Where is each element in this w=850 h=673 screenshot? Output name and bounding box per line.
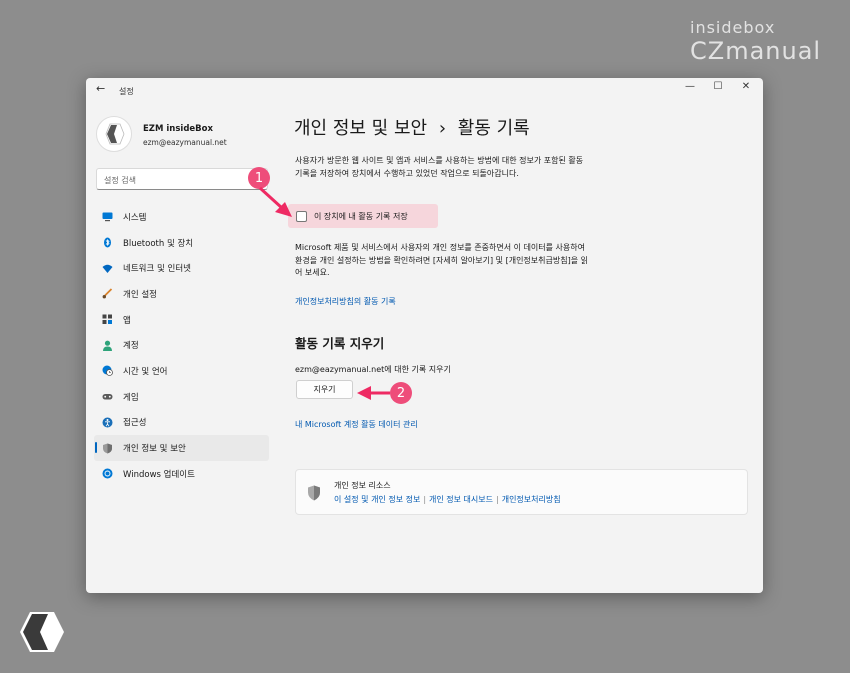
sidebar-item-label: 계정 [123, 341, 139, 352]
minimize-button[interactable]: — [680, 81, 700, 92]
breadcrumb-separator-icon: › [438, 118, 447, 139]
sidebar-item-label: 네트워크 및 인터넷 [123, 264, 191, 275]
resources-links: 이 설정 및 개인 정보 정보 | 개인 정보 대시보드 | 개인정보처리방침 [334, 494, 561, 505]
sidebar-item-gaming[interactable]: 게임 [94, 384, 269, 410]
person-icon [103, 340, 112, 351]
clear-history-text: ezm@eazymanual.net에 대한 기록 지우기 [295, 365, 451, 374]
annotation-arrow-2-icon [357, 386, 390, 400]
sidebar-item-bluetooth[interactable]: Bluetooth 및 장치 [94, 230, 269, 256]
clear-history-title: 활동 기록 지우기 [295, 336, 385, 351]
bluetooth-icon [104, 237, 111, 248]
privacy-info-link[interactable]: 이 설정 및 개인 정보 정보 [334, 495, 420, 504]
manage-activity-data-link[interactable]: 내 Microsoft 계정 활동 데이터 관리 [295, 419, 418, 430]
sidebar-item-apps[interactable]: 앱 [94, 307, 269, 333]
settings-window: ← 설정 — ☐ ✕ EZM insideBox ezm@eazymanual.… [86, 78, 763, 593]
sidebar-nav: 시스템 Bluetooth 및 장치 네트워크 및 인터넷 개인 설정 앱 계정… [94, 204, 269, 487]
profile-card[interactable]: EZM insideBox ezm@eazymanual.net [96, 116, 266, 152]
sidebar-item-label: 시간 및 언어 [123, 366, 168, 377]
link-separator: | [496, 495, 499, 504]
profile-name: EZM insideBox [143, 124, 213, 134]
search-placeholder: 설정 검색 [104, 176, 136, 185]
annotation-badge-2: 2 [390, 382, 412, 404]
shield-icon [103, 443, 112, 454]
sidebar-item-label: 개인 설정 [123, 289, 157, 300]
clear-button[interactable]: 지우기 [296, 380, 353, 399]
close-button[interactable]: ✕ [736, 81, 756, 92]
sidebar-item-personalization[interactable]: 개인 설정 [94, 281, 269, 307]
sidebar-item-time-language[interactable]: 시간 및 언어 [94, 358, 269, 384]
gamepad-icon [102, 394, 113, 400]
title-bar: ← 설정 — ☐ ✕ [86, 78, 763, 100]
app-title: 설정 [119, 87, 134, 96]
sidebar-item-label: 개인 정보 및 보안 [123, 444, 186, 455]
accessibility-icon [102, 417, 113, 428]
store-history-checkbox-row[interactable]: 이 장치에 내 활동 기록 저장 [288, 204, 438, 228]
sidebar-item-accounts[interactable]: 계정 [94, 332, 269, 358]
brush-icon [102, 288, 113, 299]
sidebar-item-label: Windows 업데이트 [123, 469, 195, 480]
profile-email: ezm@eazymanual.net [143, 138, 227, 147]
breadcrumb-parent[interactable]: 개인 정보 및 보안 [294, 118, 427, 139]
sidebar-item-label: 시스템 [123, 212, 147, 223]
watermark: insidebox CZmanual [690, 18, 821, 65]
resources-title: 개인 정보 리소스 [334, 481, 391, 490]
sidebar-item-accessibility[interactable]: 접근성 [94, 410, 269, 436]
brand-logo-icon [20, 612, 64, 652]
page-title: 활동 기록 [457, 118, 530, 139]
breadcrumb: 개인 정보 및 보안 › 활동 기록 [294, 114, 530, 140]
privacy-description: Microsoft 제품 및 서비스에서 사용자의 개인 정보를 존중하면서 이… [295, 243, 588, 277]
link-separator: | [423, 495, 427, 504]
store-history-label: 이 장치에 내 활동 기록 저장 [314, 211, 408, 221]
privacy-resources-card: 개인 정보 리소스 이 설정 및 개인 정보 정보 | 개인 정보 대시보드 | 개인정… [295, 469, 748, 515]
sidebar-item-network[interactable]: 네트워크 및 인터넷 [94, 255, 269, 281]
search-input[interactable]: 설정 검색 [96, 168, 268, 190]
shield-icon [308, 485, 320, 501]
avatar [96, 116, 132, 152]
sidebar-item-windows-update[interactable]: Windows 업데이트 [94, 461, 269, 487]
sidebar-item-label: 접근성 [123, 418, 147, 429]
monitor-icon [102, 212, 113, 222]
annotation-arrow-1-icon [258, 186, 292, 217]
privacy-dashboard-link[interactable]: 개인 정보 대시보드 [429, 495, 493, 504]
privacy-statement-link[interactable]: 개인정보처리방침 [502, 495, 561, 504]
sidebar-item-system[interactable]: 시스템 [94, 204, 269, 230]
avatar-logo-icon [105, 123, 125, 145]
watermark-top: insidebox [690, 18, 776, 37]
sidebar-item-label: Bluetooth 및 장치 [123, 238, 194, 249]
watermark-main: CZmanual [690, 37, 822, 65]
back-arrow-icon[interactable]: ← [96, 82, 105, 95]
apps-icon [102, 314, 112, 325]
sidebar-item-privacy-security[interactable]: 개인 정보 및 보안 [94, 435, 269, 461]
privacy-policy-link[interactable]: 개인정보처리방침의 활동 기록 [295, 296, 396, 307]
activity-description: 사용자가 방문한 웹 사이트 및 앱과 서비스를 사용하는 방법에 대한 정보가… [295, 156, 584, 178]
update-icon [102, 468, 113, 479]
maximize-button[interactable]: ☐ [708, 81, 728, 92]
sidebar-item-label: 게임 [123, 392, 139, 403]
sidebar-item-label: 앱 [123, 315, 131, 326]
wifi-icon [102, 264, 113, 273]
globe-clock-icon [102, 365, 113, 377]
